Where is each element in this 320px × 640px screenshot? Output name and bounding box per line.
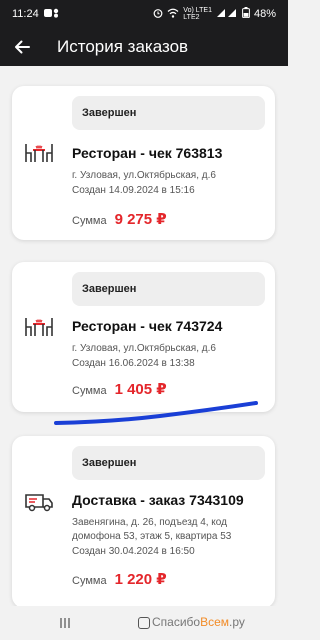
order-card[interactable]: Завершен Ресторан - чек 743724 г. Узлова… bbox=[12, 262, 275, 412]
sum-label: Сумма bbox=[72, 215, 107, 227]
status-badge: Завершен bbox=[72, 272, 265, 306]
watermark-text-right: .ру bbox=[229, 615, 245, 629]
battery-icon bbox=[242, 7, 250, 21]
order-address: г. Узловая, ул.Октябрьская, д.6 bbox=[72, 170, 216, 181]
order-created: Создан 14.09.2024 в 15:16 bbox=[72, 185, 195, 196]
restaurant-icon bbox=[25, 318, 53, 336]
order-created: Создан 30.04.2024 в 16:50 bbox=[72, 546, 195, 557]
app-bar: История заказов bbox=[0, 28, 288, 66]
status-time: 11:24 bbox=[12, 8, 39, 20]
restaurant-icon bbox=[25, 144, 53, 162]
alarm-icon bbox=[153, 8, 163, 21]
sum-label: Сумма bbox=[72, 385, 107, 397]
order-card[interactable]: Завершен Доставка - заказ 7343109 Завеня… bbox=[12, 436, 275, 606]
order-address: домофона 53, этаж 5, квартира 53 bbox=[72, 531, 232, 542]
wifi-icon bbox=[167, 8, 179, 21]
battery-percent: 48% bbox=[253, 8, 276, 20]
sum-value: 9 275 ₽ bbox=[114, 211, 167, 228]
sum-label: Сумма bbox=[72, 575, 107, 587]
recents-icon[interactable] bbox=[58, 616, 72, 630]
order-title: Ресторан - чек 743724 bbox=[72, 318, 223, 334]
order-address: г. Узловая, ул.Октябрьская, д.6 bbox=[72, 343, 216, 354]
watermark-text-left: Спасибо bbox=[152, 615, 201, 629]
order-title: Ресторан - чек 763813 bbox=[72, 145, 223, 161]
network-label-bottom: LTE2 bbox=[183, 14, 200, 21]
watermark: СпасибоВсем.ру bbox=[152, 615, 245, 629]
status-badge: Завершен bbox=[72, 446, 265, 480]
status-bar: 11:24 Vo) LTE1 LTE2 48% bbox=[0, 0, 288, 28]
notification-icon bbox=[43, 8, 60, 21]
back-button[interactable] bbox=[0, 28, 44, 66]
pen-annotation-stroke bbox=[54, 401, 258, 425]
watermark-text-accent: Всем bbox=[200, 615, 230, 629]
system-nav-bar: СпасибоВсем.ру bbox=[0, 606, 288, 640]
status-badge: Завершен bbox=[72, 96, 265, 130]
order-card[interactable]: Завершен Ресторан - чек 763813 г. Узлова… bbox=[12, 86, 275, 240]
order-title: Доставка - заказ 7343109 bbox=[72, 492, 244, 508]
back-arrow-icon bbox=[15, 40, 30, 54]
order-created: Создан 16.06.2024 в 13:38 bbox=[72, 358, 195, 369]
sum-value: 1 405 ₽ bbox=[114, 381, 167, 398]
signal-icon bbox=[216, 8, 238, 21]
delivery-truck-icon bbox=[25, 494, 53, 512]
orders-list: Завершен Ресторан - чек 763813 г. Узлова… bbox=[0, 66, 288, 606]
home-icon[interactable] bbox=[138, 617, 150, 629]
page-title: История заказов bbox=[57, 37, 189, 56]
sum-value: 1 220 ₽ bbox=[114, 571, 167, 588]
order-address: Завенягина, д. 26, подъезд 4, код bbox=[72, 517, 227, 528]
network-label-top: Vo) LTE1 bbox=[183, 7, 212, 14]
